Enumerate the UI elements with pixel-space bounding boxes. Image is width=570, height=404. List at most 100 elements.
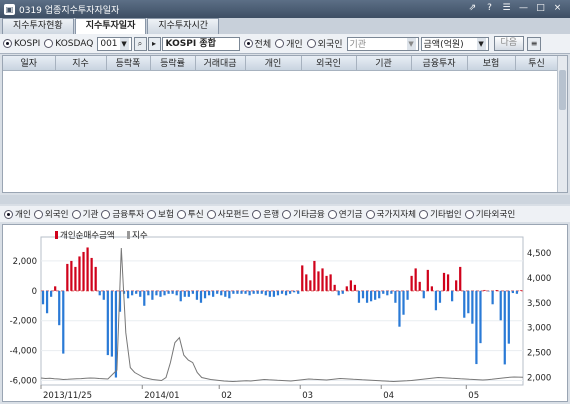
search-icon[interactable]: ⌕ — [133, 36, 147, 51]
net-buy-bar — [337, 290, 340, 296]
net-buy-bar — [159, 290, 162, 297]
radio-dot — [275, 39, 285, 48]
net-buy-bar — [467, 290, 470, 314]
column-header[interactable]: 등락폭 — [106, 56, 151, 71]
net-buy-bar — [353, 284, 357, 291]
chart-option-radio[interactable]: 사모펀드 — [206, 208, 249, 220]
unit-select[interactable]: 금액(억원) ▼ — [420, 36, 489, 51]
radio-label: 전체 — [254, 40, 272, 50]
radio-dot — [147, 209, 157, 219]
splitter[interactable] — [0, 195, 570, 204]
net-buy-bar — [426, 269, 429, 291]
x-tick-label: 02 — [221, 391, 232, 401]
net-buy-bar — [511, 290, 514, 294]
column-header[interactable]: 거래대금 — [195, 56, 246, 71]
net-buy-bar — [321, 268, 324, 291]
net-buy-chart: 2,000 0 -2,000 -4,000 -6,000 4,500 4,000 3,500 3… — [10, 230, 552, 401]
radio-kospi[interactable]: KOSPI — [3, 39, 40, 49]
chart-option-radio[interactable]: 투신 — [176, 208, 204, 220]
net-buy-bar — [483, 289, 486, 291]
org-select[interactable]: 기관 ▼ — [346, 36, 419, 51]
net-buy-bar — [276, 290, 280, 296]
net-buy-bar — [495, 289, 498, 291]
net-buy-bar — [199, 290, 203, 303]
sector-code-select[interactable]: 001 ▼ — [97, 36, 132, 51]
radio-dot — [365, 209, 375, 219]
column-header[interactable]: 외국인 — [301, 56, 357, 71]
radio-scope-all[interactable]: 전체 — [243, 37, 272, 50]
column-header[interactable]: 개인 — [245, 56, 302, 71]
column-header[interactable]: 금융투자 — [411, 56, 468, 71]
radio-label: 외국인 — [317, 40, 343, 50]
radio-scope-individual[interactable]: 개인 — [275, 37, 303, 50]
net-buy-bar — [86, 247, 89, 291]
y-left-tick-label: -2,000 — [10, 317, 37, 327]
chart-option-radio[interactable]: 기타외국인 — [464, 208, 515, 220]
close-icon[interactable]: × — [551, 2, 564, 15]
column-header[interactable]: 보험 — [467, 56, 516, 71]
y-left-tick-label: -4,000 — [10, 347, 37, 357]
net-buy-bar — [349, 280, 352, 291]
chart-option-radio[interactable]: 연기금 — [327, 208, 363, 220]
tab-investor-status[interactable]: 지수투자현황 — [2, 18, 74, 34]
column-header[interactable]: 지수 — [55, 56, 107, 71]
chart-investor-options: 개인 외국인 기관 금융투자 보험 투신 사모펀드 은행 기타금융 연기금 국가지자체 기타법인 기타외… — [0, 206, 570, 222]
tab-investor-daily[interactable]: 지수투자일자 — [74, 18, 147, 34]
radio-dot — [44, 39, 54, 48]
net-buy-bar — [236, 290, 239, 294]
net-buy-bar — [301, 265, 304, 291]
sector-name: KOSPI 종합 — [161, 36, 240, 51]
chart-option-radio[interactable]: 은행 — [252, 208, 279, 220]
net-buy-bar — [357, 290, 361, 303]
net-buy-bar — [479, 290, 482, 344]
chart-option-radio[interactable]: 개인 — [4, 208, 31, 220]
radio-dot — [3, 39, 12, 48]
link-icon[interactable]: ⇗ — [466, 2, 479, 15]
chart-panel: 2,000 0 -2,000 -4,000 -6,000 4,500 4,000 3,500 3… — [2, 224, 568, 402]
chart-option-radio[interactable]: 외국인 — [33, 208, 69, 220]
column-header[interactable]: 일자 — [3, 56, 56, 71]
net-buy-bar — [398, 290, 401, 327]
vertical-scrollbar[interactable] — [557, 56, 567, 192]
net-buy-bar — [519, 290, 523, 291]
net-buy-bar — [418, 281, 421, 291]
chart-option-radio[interactable]: 기타법인 — [419, 208, 462, 220]
net-buy-bar — [361, 290, 365, 299]
chart-option-radio[interactable]: 보험 — [147, 208, 174, 220]
maximize-icon[interactable]: □ — [534, 2, 547, 15]
chart-option-radio[interactable]: 국가지자체 — [365, 208, 416, 220]
table-header: 일자 지수 등락폭 등락률 거래대금 개인 외국인 기관 금융투자 보험 투신 — [3, 56, 559, 71]
help-icon[interactable]: ? — [483, 2, 496, 15]
radio-kosdaq[interactable]: KOSDAQ — [44, 39, 93, 49]
chart-option-radio[interactable]: 금융투자 — [101, 208, 144, 220]
column-header[interactable]: 투신 — [515, 56, 559, 71]
net-buy-bar — [369, 290, 373, 302]
chart-option-radio[interactable]: 기관 — [71, 208, 98, 220]
menu-icon[interactable]: ☰ — [500, 2, 513, 15]
net-buy-bar — [240, 290, 243, 294]
legend-swatch-net-buy — [55, 231, 58, 239]
y-right-tick-label: 3,000 — [527, 324, 551, 334]
radio-scope-foreign[interactable]: 외국인 — [306, 37, 343, 50]
net-buy-bar — [212, 290, 215, 297]
tab-bar: 지수투자현황 지수투자일자 지수투자시간 — [0, 18, 570, 34]
column-header[interactable]: 기관 — [356, 56, 412, 71]
radio-dot — [243, 39, 253, 48]
data-table: 일자 지수 등락폭 등락률 거래대금 개인 외국인 기관 금융투자 보험 투신 — [3, 56, 559, 71]
net-buy-bar — [151, 290, 154, 300]
x-tick-label: 2014/01 — [144, 391, 179, 401]
next-arrow-icon[interactable]: ▸ — [147, 36, 161, 51]
scrollbar-thumb[interactable] — [559, 70, 566, 110]
chart-option-radio[interactable]: 기타금융 — [282, 208, 325, 220]
column-header[interactable]: 등락률 — [150, 56, 196, 71]
minimize-icon[interactable]: — — [517, 2, 530, 15]
y-left-tick-label: -6,000 — [10, 377, 37, 387]
next-button[interactable]: 다음 — [493, 36, 525, 51]
net-buy-bar — [471, 290, 474, 324]
investor-daily-table: 일자 지수 등락폭 등락률 거래대금 개인 외국인 기관 금융투자 보험 투신 — [2, 55, 568, 193]
net-buy-bar — [378, 290, 381, 299]
radio-dot — [306, 39, 316, 48]
net-buy-bar — [244, 290, 247, 294]
tab-investor-time[interactable]: 지수투자시간 — [147, 18, 220, 34]
list-menu-icon[interactable]: ≡ — [527, 36, 542, 51]
